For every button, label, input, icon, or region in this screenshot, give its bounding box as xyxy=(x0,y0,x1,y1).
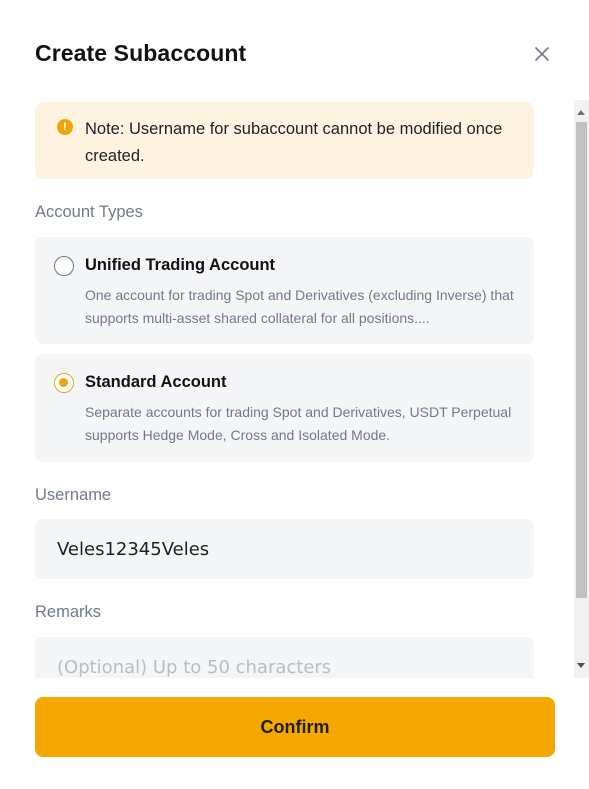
account-types-label: Account Types xyxy=(35,203,143,221)
scroll-up-arrow-icon[interactable] xyxy=(577,110,585,115)
create-subaccount-dialog: Create Subaccount ! Note: Username for s… xyxy=(0,0,589,789)
remarks-input[interactable] xyxy=(35,637,534,678)
option-description: One account for trading Spot and Derivat… xyxy=(85,287,514,326)
dialog-body: ! Note: Username for subaccount cannot b… xyxy=(0,100,589,678)
scroll-down-arrow-icon[interactable] xyxy=(577,663,585,668)
remarks-label: Remarks xyxy=(35,603,102,621)
dialog-title: Create Subaccount xyxy=(35,40,247,66)
username-input[interactable] xyxy=(35,519,534,579)
radio-standard-account[interactable] xyxy=(54,373,74,393)
radio-unified-trading-account[interactable] xyxy=(54,256,74,276)
scrollbar[interactable] xyxy=(574,100,589,678)
scrollbar-thumb[interactable] xyxy=(576,122,587,598)
close-icon[interactable] xyxy=(530,42,554,66)
notice-text: Note: Username for subaccount cannot be … xyxy=(85,120,503,165)
option-title: Unified Trading Account xyxy=(85,256,276,274)
option-unified-trading-account[interactable]: Unified Trading Account One account for … xyxy=(35,237,534,344)
confirm-button[interactable]: Confirm xyxy=(35,697,555,757)
notice-banner: ! Note: Username for subaccount cannot b… xyxy=(35,102,534,179)
alert-circle-icon: ! xyxy=(57,119,73,135)
option-standard-account[interactable]: Standard Account Separate accounts for t… xyxy=(35,354,534,462)
option-title: Standard Account xyxy=(85,373,227,391)
option-description: Separate accounts for trading Spot and D… xyxy=(85,404,512,443)
username-label: Username xyxy=(35,486,112,504)
